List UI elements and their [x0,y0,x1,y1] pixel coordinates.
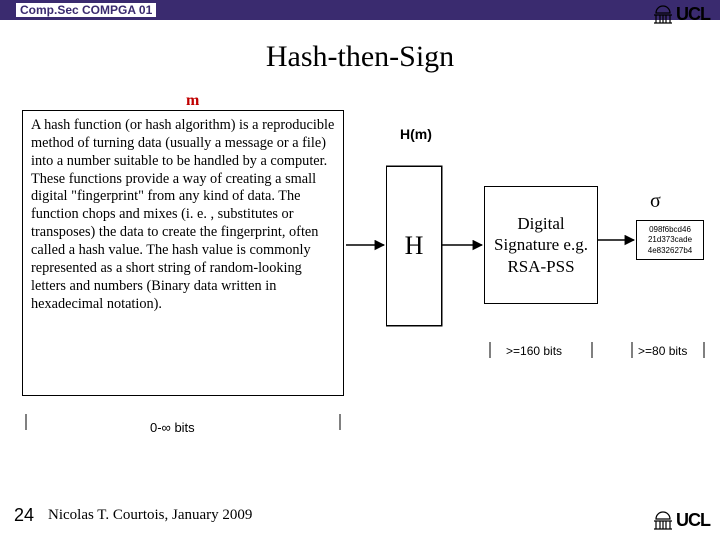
hash-function-block: H [386,166,442,326]
author-footer: Nicolas T. Courtois, January 2009 [48,507,252,524]
signature-scheme-block: Digital Signature e.g. RSA-PSS [484,186,598,304]
logo-top: UCL [652,0,710,28]
logo-dome-icon [652,3,674,25]
top-bar: Comp.Sec COMPGA 01 [0,0,720,20]
signature-size-label: >=80 bits [638,344,687,358]
signature-output-box: 098f6bcd46 21d373cade 4e832627b4 [636,220,704,260]
logo-text-bottom: UCL [676,510,710,531]
sigma-label: σ [650,190,661,213]
hash-size-label: >=160 bits [506,344,562,358]
message-box: A hash function (or hash algorithm) is a… [22,110,344,396]
message-size-label: 0-∞ bits [150,420,195,435]
slide-title: Hash-then-Sign [0,40,720,74]
slide-number: 24 [14,505,34,526]
input-m-label: m [186,92,199,110]
logo-bottom: UCL [652,506,710,534]
hash-output-label: H(m) [400,126,432,142]
logo-text-top: UCL [676,4,710,25]
course-code: Comp.Sec COMPGA 01 [16,3,156,17]
logo-dome-icon [652,509,674,531]
